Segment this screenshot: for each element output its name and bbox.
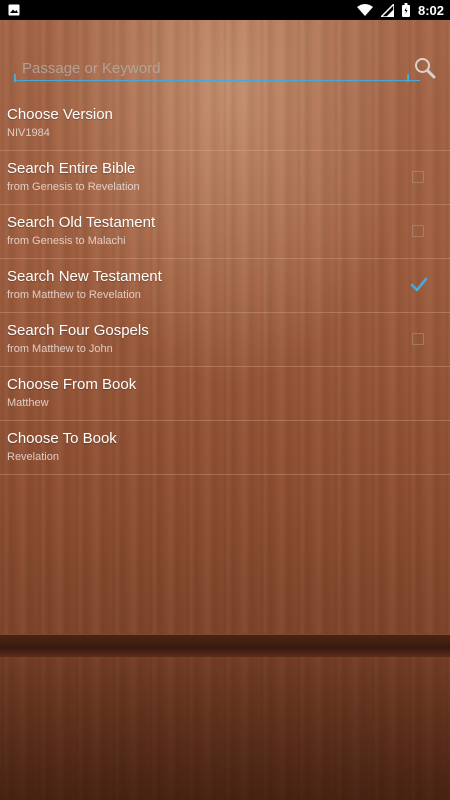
search-old-testament-row[interactable]: Search Old Testament from Genesis to Mal… bbox=[0, 205, 450, 259]
row-title: Choose To Book bbox=[7, 430, 117, 447]
status-bar: 8:02 bbox=[0, 0, 450, 20]
row-subtitle: NIV1984 bbox=[7, 127, 50, 139]
search-four-gospels-row[interactable]: Search Four Gospels from Matthew to John bbox=[0, 313, 450, 367]
entire-bible-checkbox[interactable] bbox=[412, 171, 424, 183]
choose-version-row[interactable]: Choose Version NIV1984 bbox=[0, 97, 450, 151]
old-testament-checkbox[interactable] bbox=[412, 225, 424, 237]
image-icon bbox=[8, 4, 20, 16]
row-subtitle: Matthew bbox=[7, 397, 49, 409]
row-title: Choose From Book bbox=[7, 376, 137, 393]
row-subtitle: from Genesis to Revelation bbox=[7, 181, 140, 193]
row-subtitle: from Genesis to Malachi bbox=[7, 235, 126, 247]
new-testament-checkbox[interactable] bbox=[410, 277, 428, 292]
battery-icon bbox=[401, 3, 410, 17]
search-options-list: Choose Version NIV1984 Search Entire Bib… bbox=[0, 97, 450, 475]
signal-icon bbox=[380, 3, 394, 17]
choose-from-book-row[interactable]: Choose From Book Matthew bbox=[0, 367, 450, 421]
choose-to-book-row[interactable]: Choose To Book Revelation bbox=[0, 421, 450, 475]
wood-shelf-divider bbox=[0, 634, 450, 657]
four-gospels-checkbox[interactable] bbox=[412, 333, 424, 345]
search-bar bbox=[0, 52, 450, 86]
row-title: Choose Version bbox=[7, 106, 113, 123]
search-input[interactable] bbox=[14, 56, 420, 81]
search-underline-right-tick bbox=[407, 74, 409, 82]
checkmark-icon bbox=[410, 277, 428, 292]
search-entire-bible-row[interactable]: Search Entire Bible from Genesis to Reve… bbox=[0, 151, 450, 205]
search-underline-left-tick bbox=[14, 74, 16, 82]
status-time: 8:02 bbox=[417, 2, 444, 18]
row-title: Search New Testament bbox=[7, 268, 162, 285]
row-subtitle: Revelation bbox=[7, 451, 59, 463]
row-subtitle: from Matthew to John bbox=[7, 343, 113, 355]
row-subtitle: from Matthew to Revelation bbox=[7, 289, 141, 301]
row-title: Search Entire Bible bbox=[7, 160, 136, 177]
bottom-wood-area bbox=[0, 656, 450, 800]
row-title: Search Old Testament bbox=[7, 214, 156, 231]
wifi-icon bbox=[356, 3, 373, 17]
search-new-testament-row[interactable]: Search New Testament from Matthew to Rev… bbox=[0, 259, 450, 313]
search-icon[interactable] bbox=[414, 57, 436, 79]
row-title: Search Four Gospels bbox=[7, 322, 149, 339]
